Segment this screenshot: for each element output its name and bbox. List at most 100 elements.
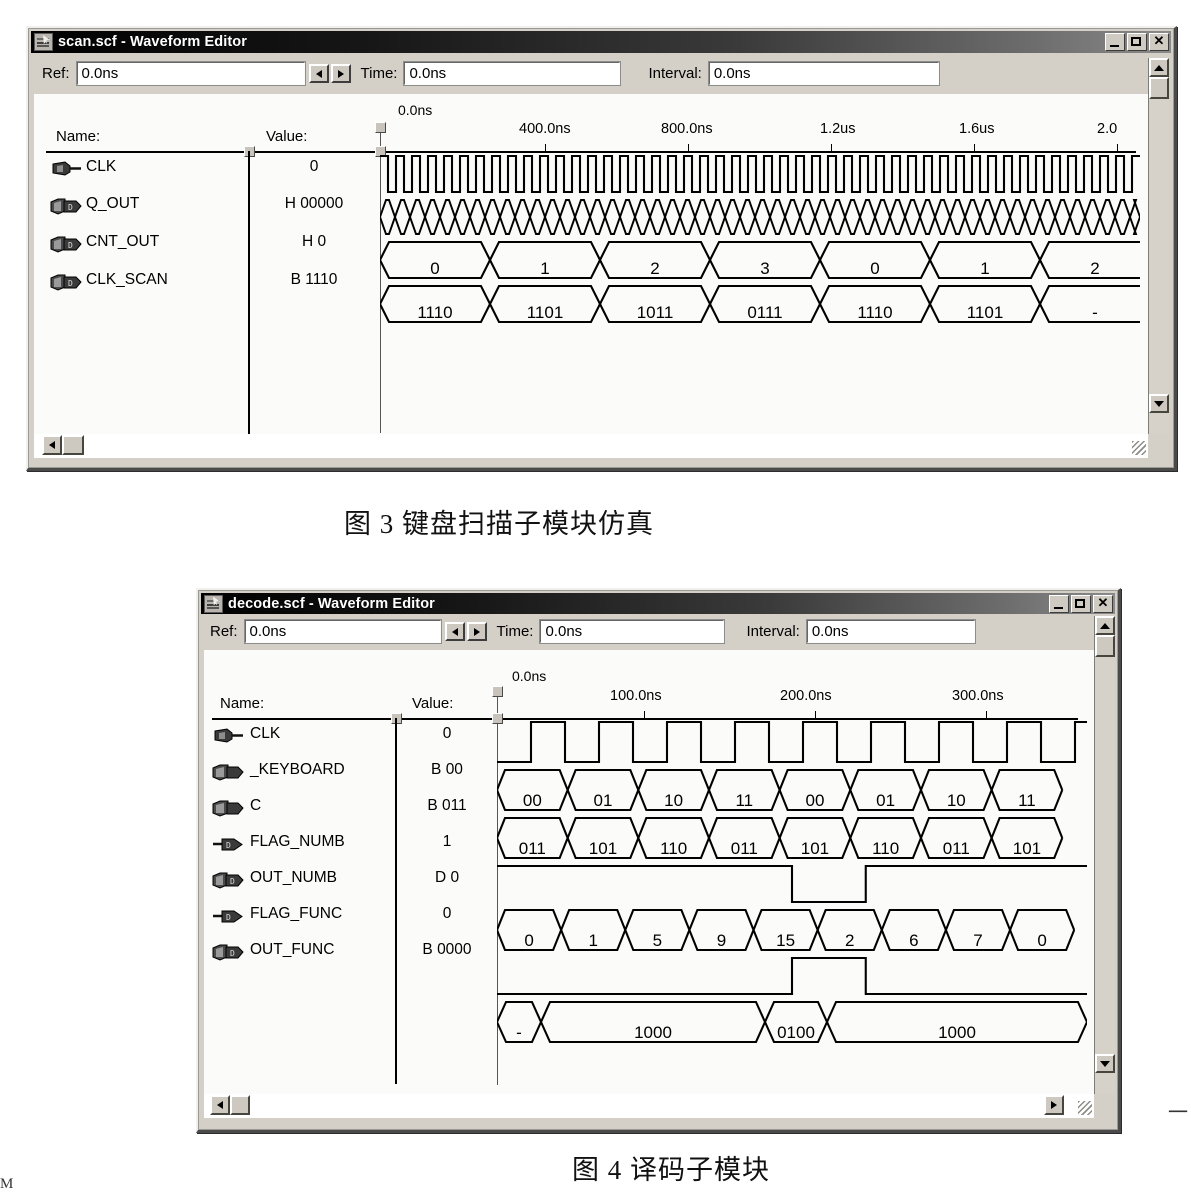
time-input[interactable]: 0.0ns	[539, 619, 726, 644]
window-controls: ✕	[1049, 594, 1113, 613]
scroll-up-button[interactable]	[1149, 58, 1169, 77]
signal-name-flag-numb[interactable]: FLAG_NUMB	[250, 833, 345, 851]
scroll-thumb-h[interactable]	[230, 1095, 250, 1115]
signal-name-keyboard[interactable]: _KEYBOARD	[250, 761, 345, 779]
horizontal-scrollbar-scan[interactable]	[34, 434, 1148, 458]
waveform-editor-window-decode[interactable]: decode.scf - Waveform Editor ✕ Ref: 0.0n…	[196, 588, 1121, 1133]
close-button[interactable]: ✕	[1093, 594, 1113, 613]
output-bus-icon: D	[50, 274, 82, 291]
svg-text:011: 011	[519, 839, 546, 858]
svg-text:101: 101	[589, 839, 617, 858]
cursor-top-handle[interactable]	[375, 122, 386, 133]
time-label: Time:	[360, 65, 398, 82]
time-tick	[831, 144, 832, 151]
step-back-button[interactable]	[308, 64, 329, 83]
svg-text:15: 15	[776, 931, 795, 950]
scroll-right-button[interactable]	[1044, 1095, 1064, 1115]
cursor-top-handle[interactable]	[492, 686, 503, 697]
svg-text:3: 3	[760, 259, 769, 278]
svg-text:D: D	[68, 279, 73, 288]
svg-text:0: 0	[870, 259, 879, 278]
signal-value-out-numb: D 0	[434, 869, 460, 886]
signal-name-c[interactable]: C	[250, 797, 261, 815]
signal-value-flag-numb: 1	[442, 833, 452, 850]
signal-name-out-func[interactable]: OUT_FUNC	[250, 941, 334, 959]
input-bus-icon	[212, 764, 244, 781]
close-button[interactable]: ✕	[1149, 33, 1169, 51]
figure-4-caption: 图 4 译码子模块	[572, 1155, 770, 1185]
step-forward-button[interactable]	[330, 64, 351, 83]
signal-name-clk[interactable]: CLK	[86, 158, 116, 176]
svg-text:1000: 1000	[634, 1023, 672, 1042]
svg-text:1: 1	[540, 259, 549, 278]
scroll-thumb[interactable]	[1095, 635, 1115, 657]
scroll-down-button[interactable]	[1095, 1054, 1115, 1073]
vertical-scrollbar-decode[interactable]	[1094, 616, 1115, 1094]
interval-input[interactable]: 0.0ns	[707, 61, 940, 86]
cursor-time-label: 0.0ns	[398, 102, 433, 118]
output-bus-icon: D	[50, 198, 82, 215]
cursor-step-buttons	[444, 622, 487, 641]
window-title: scan.scf - Waveform Editor	[58, 34, 247, 50]
waveform-client-area-scan[interactable]: Name: Value: 0.0ns 400.0ns 800.0ns 1.2us…	[34, 94, 1148, 434]
value-column-header: Value:	[266, 128, 308, 145]
signal-value-q-out: H 00000	[284, 195, 344, 212]
step-back-button[interactable]	[444, 622, 465, 641]
scroll-thumb[interactable]	[1149, 77, 1169, 99]
signal-name-q-out[interactable]: Q_OUT	[86, 195, 139, 213]
signal-name-out-numb[interactable]: OUT_NUMB	[250, 869, 337, 887]
vertical-scrollbar-scan[interactable]	[1148, 58, 1169, 434]
step-forward-button[interactable]	[466, 622, 487, 641]
ref-input[interactable]: 0.0ns	[75, 61, 306, 86]
time-label: Time:	[496, 623, 534, 640]
input-pin-icon	[214, 728, 243, 743]
toolbar-scan: Ref: 0.0ns Time: 0.0ns Interval: 0.0ns	[42, 61, 940, 86]
page-artifact-left: M	[0, 1176, 14, 1192]
ref-label: Ref:	[210, 623, 238, 640]
value-column-divider	[248, 151, 250, 434]
interval-input[interactable]: 0.0ns	[805, 619, 976, 644]
svg-text:D: D	[68, 241, 73, 250]
time-tick-label: 1.2us	[820, 121, 856, 137]
svg-text:D: D	[226, 913, 231, 922]
waveform-editor-icon	[34, 33, 53, 51]
svg-text:10: 10	[947, 791, 966, 810]
waveform-editor-window-scan[interactable]: scan.scf - Waveform Editor ✕ Ref: 0.0ns …	[26, 26, 1177, 471]
svg-text:-: -	[516, 1023, 522, 1042]
minimize-button[interactable]	[1049, 594, 1069, 613]
ref-input[interactable]: 0.0ns	[243, 619, 442, 644]
signal-name-cnt-out[interactable]: CNT_OUT	[86, 233, 159, 251]
svg-text:7: 7	[973, 931, 982, 950]
scroll-up-button[interactable]	[1095, 616, 1115, 635]
resize-grip[interactable]	[1132, 441, 1146, 455]
svg-text:1101: 1101	[967, 303, 1004, 322]
minimize-button[interactable]	[1105, 33, 1125, 51]
svg-text:D: D	[230, 949, 235, 958]
svg-text:1: 1	[588, 931, 597, 950]
svg-text:00: 00	[523, 791, 542, 810]
svg-text:101: 101	[801, 839, 829, 858]
maximize-button[interactable]	[1127, 33, 1147, 51]
time-input[interactable]: 0.0ns	[403, 61, 622, 86]
time-tick	[815, 711, 816, 718]
maximize-button[interactable]	[1071, 594, 1091, 613]
waveform-client-area-decode[interactable]: Name: Value: 0.0ns 100.0ns 200.0ns 300.0…	[204, 650, 1094, 1094]
signal-name-flag-func[interactable]: FLAG_FUNC	[250, 905, 342, 923]
title-bar-decode[interactable]: decode.scf - Waveform Editor ✕	[201, 593, 1115, 614]
resize-grip[interactable]	[1078, 1101, 1092, 1115]
scroll-left-button[interactable]	[210, 1095, 230, 1115]
title-bar-scan[interactable]: scan.scf - Waveform Editor ✕	[31, 31, 1171, 53]
signal-value-keyboard: B 00	[431, 761, 463, 778]
waveform-plot-decode: 00 01 10 11 00 01 10 11011 101 110 011 101 110 011 101…	[497, 720, 1087, 1044]
signal-name-clk[interactable]: CLK	[250, 725, 280, 743]
signal-name-clk-scan[interactable]: CLK_SCAN	[86, 271, 168, 289]
window-controls: ✕	[1105, 33, 1169, 51]
horizontal-scrollbar-decode[interactable]	[204, 1094, 1094, 1118]
name-column-header: Name:	[56, 128, 101, 145]
scroll-down-button[interactable]	[1149, 394, 1169, 413]
scroll-left-button[interactable]	[42, 435, 62, 455]
output-bus-icon: D	[212, 944, 244, 961]
time-tick	[986, 711, 987, 718]
time-tick	[545, 144, 546, 151]
scroll-thumb-h[interactable]	[62, 435, 84, 455]
